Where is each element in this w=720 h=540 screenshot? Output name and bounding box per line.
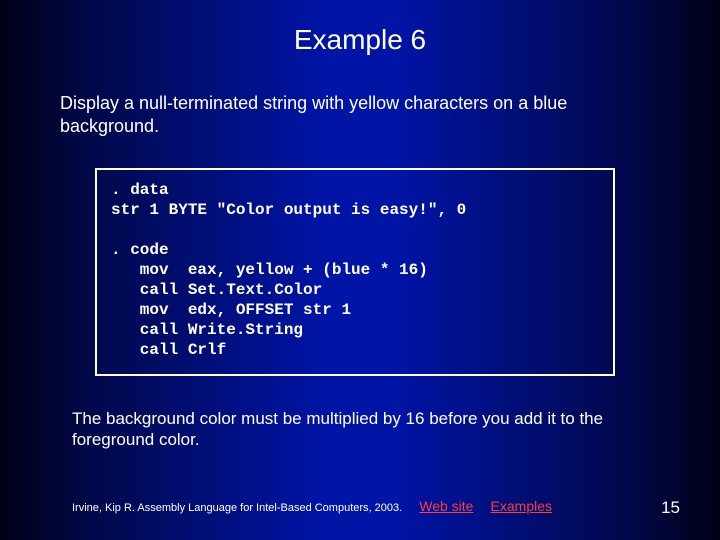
footer-citation: Irvine, Kip R. Assembly Language for Int…	[72, 502, 402, 514]
footer-link-website[interactable]: Web site	[419, 498, 473, 514]
footer-link-examples[interactable]: Examples	[491, 498, 552, 514]
code-listing: . data str 1 BYTE "Color output is easy!…	[95, 168, 615, 376]
slide-note: The background color must be multiplied …	[72, 408, 660, 451]
slide-description: Display a null-terminated string with ye…	[60, 92, 660, 137]
slide: Example 6 Display a null-terminated stri…	[0, 0, 720, 540]
footer: Irvine, Kip R. Assembly Language for Int…	[72, 498, 680, 514]
slide-title: Example 6	[0, 24, 720, 56]
page-number: 15	[661, 498, 680, 518]
